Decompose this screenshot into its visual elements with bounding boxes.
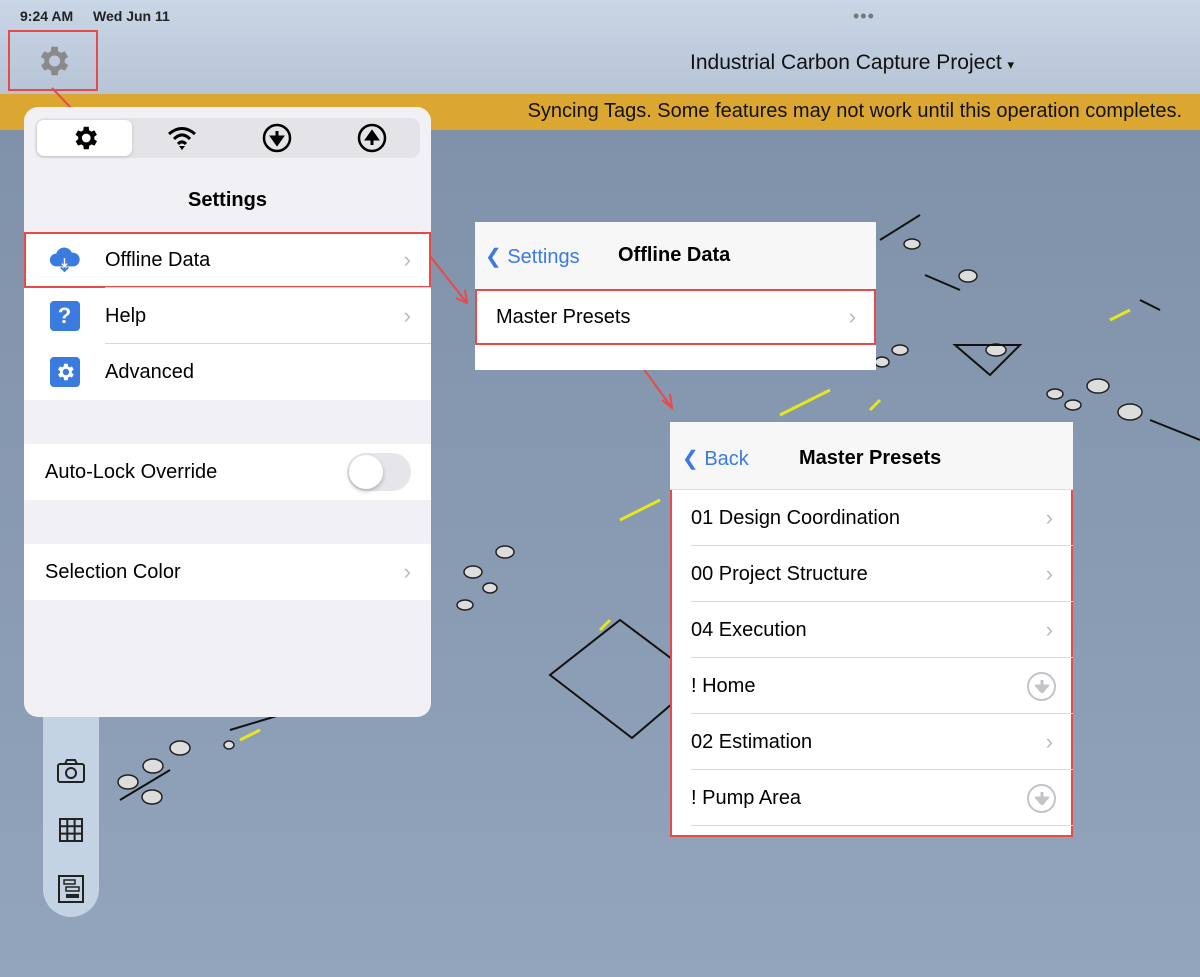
preset-item[interactable]: 00 Project Structure › [670, 546, 1073, 602]
settings-item-selection-color[interactable]: Selection Color › [24, 544, 431, 600]
popover-title: Settings [188, 189, 267, 211]
chevron-right-icon: › [403, 247, 411, 272]
settings-popover: Settings Offline Data › ? Help › Advanced … [24, 107, 431, 717]
settings-segmented-control [35, 118, 420, 158]
divider [691, 825, 1073, 826]
gear-icon [48, 356, 81, 389]
preset-item[interactable]: ! Home [670, 658, 1073, 714]
auto-lock-override-row: Auto-Lock Override [24, 444, 431, 500]
preset-item[interactable]: 01 Design Coordination › [670, 490, 1073, 546]
panel-header: ❮ Back Master Presets [670, 422, 1073, 490]
question-icon: ? [48, 300, 81, 333]
panel-title: Offline Data [618, 244, 731, 266]
chevron-right-icon: › [1045, 505, 1053, 530]
wifi-icon [167, 127, 196, 150]
panel-header: ❮ Settings Offline Data [475, 222, 876, 290]
preset-item[interactable]: 02 Estimation › [670, 714, 1073, 770]
settings-item-offline-data[interactable]: Offline Data › [24, 232, 431, 288]
back-button[interactable]: ❮ Back [682, 446, 749, 471]
grid-icon[interactable] [59, 818, 83, 842]
download-icon[interactable] [1027, 671, 1056, 701]
segment-settings[interactable] [37, 120, 133, 156]
gear-icon [75, 126, 97, 150]
chevron-right-icon: › [403, 559, 411, 584]
chevron-right-icon: › [403, 303, 411, 328]
chevron-right-icon: › [848, 304, 856, 329]
segment-upload[interactable] [325, 118, 420, 158]
settings-item-advanced[interactable]: Advanced [24, 344, 431, 400]
master-presets-panel: ❮ Back Master Presets 01 Design Coordina… [670, 422, 1073, 837]
master-presets-item[interactable]: Master Presets › [475, 289, 876, 345]
preset-item[interactable]: 04 Execution › [670, 602, 1073, 658]
camera-icon[interactable] [56, 758, 86, 784]
preset-item[interactable]: ! Pump Area [670, 770, 1073, 826]
chevron-right-icon: › [1045, 729, 1053, 754]
download-circle-icon [262, 123, 292, 153]
offline-data-panel: ❮ Settings Offline Data Master Presets › [475, 222, 876, 370]
left-toolbar [43, 690, 99, 917]
settings-item-help[interactable]: ? Help › [24, 288, 431, 344]
chevron-right-icon: › [1045, 561, 1053, 586]
panel-title: Master Presets [799, 447, 942, 469]
download-icon[interactable] [1027, 783, 1056, 813]
segment-download[interactable] [230, 118, 325, 158]
upload-circle-icon [358, 123, 387, 153]
cloud-download-icon [48, 244, 81, 277]
segment-network[interactable] [134, 118, 229, 158]
layout-icon[interactable] [57, 874, 85, 904]
chevron-right-icon: › [1045, 617, 1053, 642]
auto-lock-toggle[interactable] [347, 453, 411, 491]
back-to-settings-button[interactable]: ❮ Settings [485, 244, 580, 269]
